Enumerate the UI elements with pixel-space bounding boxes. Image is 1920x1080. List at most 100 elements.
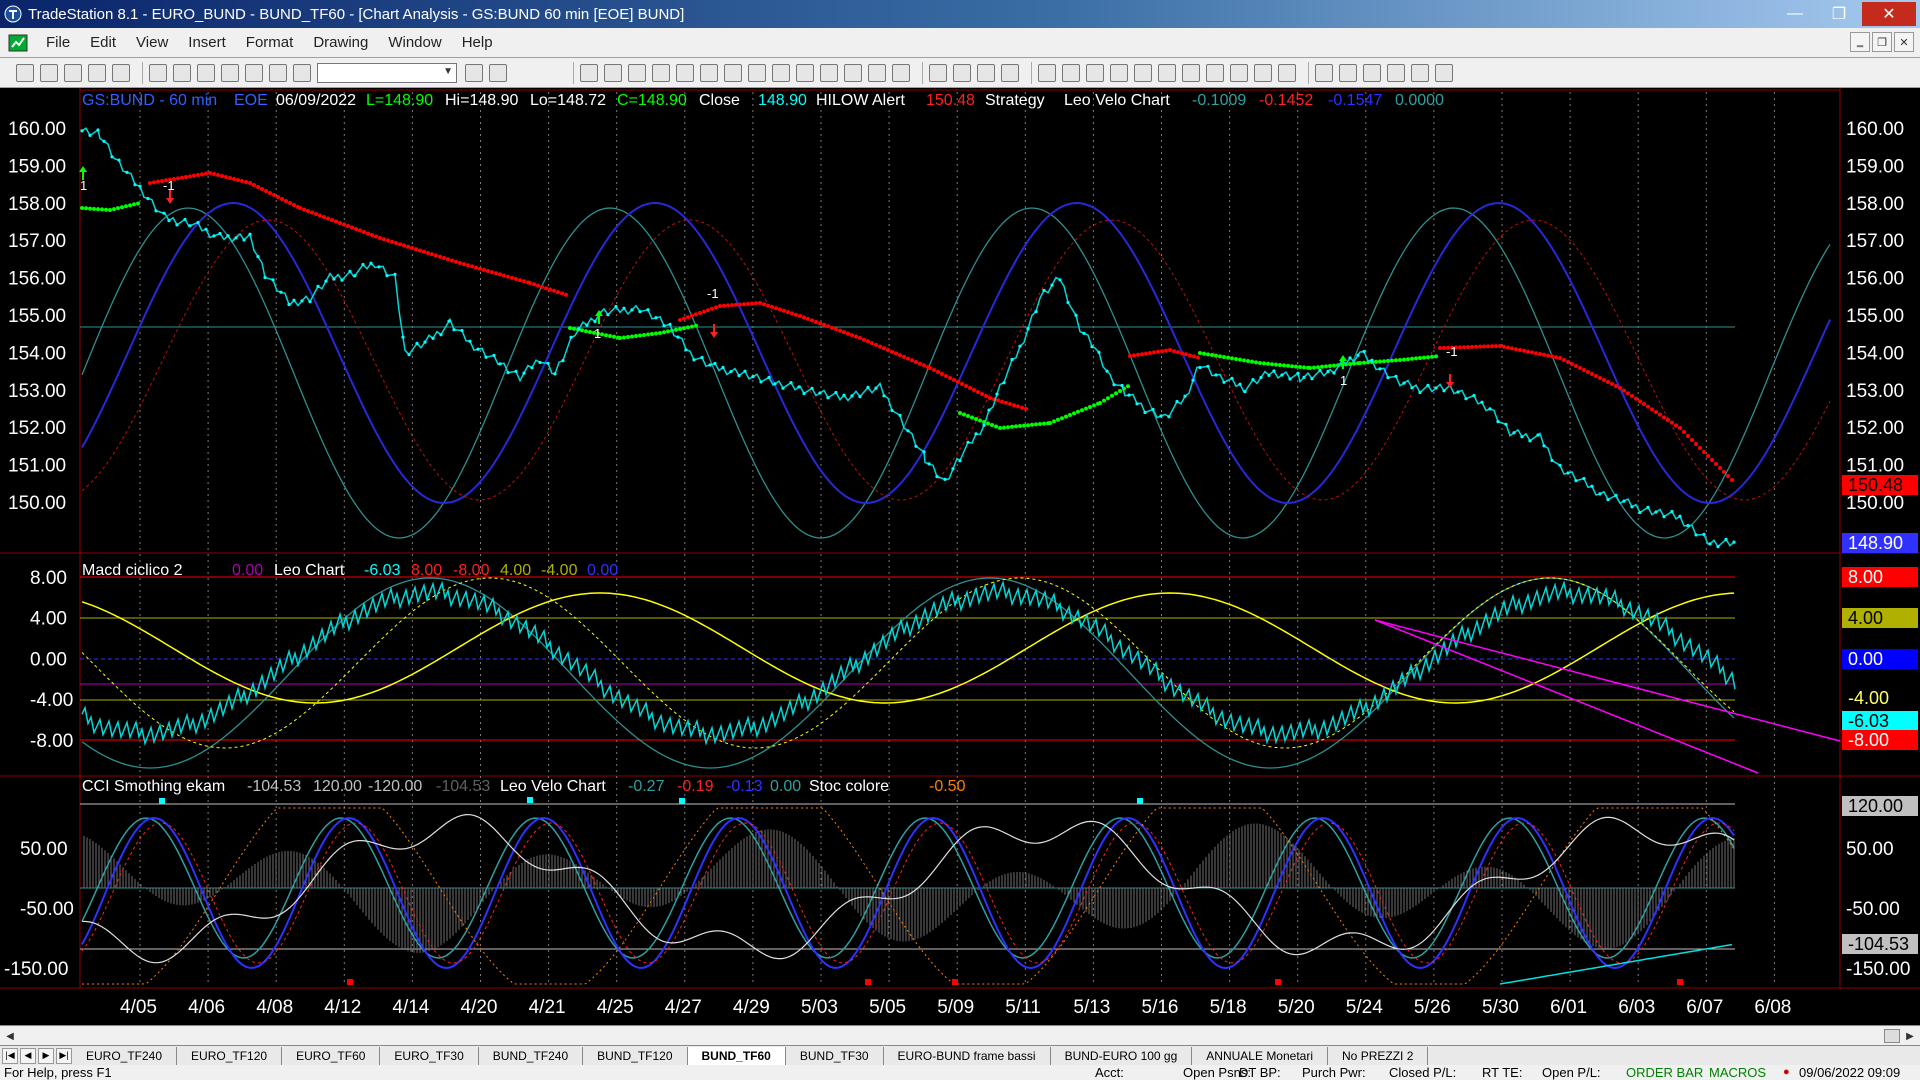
arrow-right-icon[interactable]: [465, 63, 483, 82]
speed-lines-icon[interactable]: [1158, 63, 1176, 82]
chart-window-icon[interactable]: [8, 33, 28, 53]
trendline-upper[interactable]: [1374, 619, 1841, 742]
macd-v0: 0.00: [232, 562, 263, 579]
x-axis-label: 4/25: [597, 997, 634, 1018]
regression-channel-icon[interactable]: [1206, 63, 1224, 82]
freehand-icon[interactable]: [1278, 63, 1296, 82]
tab-next-icon[interactable]: ▶: [38, 1047, 54, 1064]
menu-window[interactable]: Window: [378, 34, 451, 51]
tab-annuale-monetari[interactable]: ANNUALE Monetari: [1192, 1046, 1329, 1065]
menu-help[interactable]: Help: [452, 34, 503, 51]
tab-prev-icon[interactable]: ◀: [20, 1047, 36, 1064]
print-icon[interactable]: [149, 63, 167, 82]
tab-bund-tf120[interactable]: BUND_TF120: [583, 1046, 688, 1065]
cci-sub-v4: 0.00: [770, 778, 801, 795]
chart-icon[interactable]: [580, 63, 598, 82]
rectangle-icon[interactable]: [1411, 63, 1429, 82]
tab-euro-tf120[interactable]: EURO_TF120: [177, 1046, 283, 1065]
fibonacci-icon[interactable]: [1110, 63, 1128, 82]
maximize-button[interactable]: ❐: [1818, 2, 1860, 26]
tab-euro-tf240[interactable]: EURO_TF240: [72, 1046, 178, 1065]
tab-euro-tf30[interactable]: EURO_TF30: [380, 1046, 479, 1065]
text-icon[interactable]: [1435, 63, 1453, 82]
zoom-in-icon[interactable]: [868, 63, 886, 82]
open-icon[interactable]: [40, 63, 58, 82]
menu-edit[interactable]: Edit: [80, 34, 126, 51]
radar-icon[interactable]: [604, 63, 622, 82]
find-icon[interactable]: [489, 63, 507, 82]
horizontal-scrollbar[interactable]: ◀ ▶: [0, 1025, 1920, 1045]
tab-last-icon[interactable]: ▶|: [56, 1047, 72, 1064]
mdi-restore-button[interactable]: ❐: [1872, 32, 1892, 52]
new-icon[interactable]: [16, 63, 34, 82]
workspace-icon[interactable]: [197, 63, 215, 82]
strategy-icon[interactable]: [724, 63, 742, 82]
arc-icon[interactable]: [1315, 63, 1333, 82]
vertical-line-icon[interactable]: [1086, 63, 1104, 82]
lock-icon[interactable]: [221, 63, 239, 82]
copy-icon[interactable]: [64, 63, 82, 82]
tab-bund-tf240[interactable]: BUND_TF240: [479, 1046, 584, 1065]
data-window-icon[interactable]: [796, 63, 814, 82]
tab-euro-bund-frame[interactable]: EURO-BUND frame bassi: [884, 1046, 1051, 1065]
macros-button[interactable]: MACROS: [1709, 1065, 1766, 1080]
menu-file[interactable]: File: [36, 34, 80, 51]
tab-euro-tf60[interactable]: EURO_TF60: [282, 1046, 381, 1065]
portfolio-icon[interactable]: [676, 63, 694, 82]
fib-arc-icon[interactable]: [1254, 63, 1272, 82]
andrews-pitchfork-icon[interactable]: [1182, 63, 1200, 82]
bars-right-icon[interactable]: [844, 63, 862, 82]
tab-bund-tf60[interactable]: BUND_TF60: [687, 1046, 786, 1065]
scroll-left-icon[interactable]: ◀: [2, 1028, 18, 1044]
print-preview-icon[interactable]: [173, 63, 191, 82]
optionstation-icon[interactable]: [700, 63, 718, 82]
price-axis-label: 160.00: [1846, 119, 1904, 140]
indicator-icon[interactable]: [748, 63, 766, 82]
tab-first-icon[interactable]: |◀: [2, 1047, 18, 1064]
close-value: 148.90: [758, 92, 807, 109]
chart-analysis-window[interactable]: GS:BUND - 60 min EOE 06/09/2022 L=148.90…: [0, 88, 1920, 1025]
x-axis-label: 4/29: [733, 997, 770, 1018]
mdi-close-button[interactable]: ✕: [1894, 32, 1914, 52]
tab-no-prezzi[interactable]: No PREZZI 2: [1328, 1046, 1429, 1065]
symbol-combo[interactable]: [317, 62, 457, 83]
menu-drawing[interactable]: Drawing: [303, 34, 378, 51]
arrow-down-icon[interactable]: [1339, 63, 1357, 82]
x-axis-label: 4/12: [324, 997, 361, 1018]
tab-bund-euro-100[interactable]: BUND-EURO 100 gg: [1051, 1046, 1193, 1065]
menu-view[interactable]: View: [126, 34, 178, 51]
trendline-icon[interactable]: [1038, 63, 1056, 82]
cut-icon[interactable]: [112, 63, 130, 82]
bar-style-icon[interactable]: [772, 63, 790, 82]
matrix-icon[interactable]: [628, 63, 646, 82]
bars-left-icon[interactable]: [820, 63, 838, 82]
globe-icon[interactable]: [293, 63, 311, 82]
menu-insert[interactable]: Insert: [178, 34, 236, 51]
snap-icon[interactable]: [1001, 63, 1019, 82]
close-button[interactable]: ✕: [1862, 2, 1916, 26]
order-bar-button[interactable]: ORDER BAR: [1626, 1065, 1703, 1080]
tab-bund-tf30[interactable]: BUND_TF30: [786, 1046, 884, 1065]
pointer-icon[interactable]: [929, 63, 947, 82]
scanner-icon[interactable]: [652, 63, 670, 82]
menu-format[interactable]: Format: [236, 34, 304, 51]
cross-hair-icon[interactable]: [953, 63, 971, 82]
ellipse-icon[interactable]: [1387, 63, 1405, 82]
horizontal-line-icon[interactable]: [1062, 63, 1080, 82]
svg-text:CCI Smothing ekam -104.53: CCI Smothing ekam -104.53 120.00 -120.00…: [82, 778, 966, 795]
scroll-thumb[interactable]: [1884, 1029, 1900, 1043]
minimize-button[interactable]: —: [1774, 2, 1816, 26]
mdi-minimize-button[interactable]: ‗: [1850, 32, 1870, 52]
arrow-up-icon[interactable]: [1363, 63, 1381, 82]
x-axis-label: 5/09: [937, 997, 974, 1018]
scroll-right-icon[interactable]: ▶: [1902, 1028, 1918, 1044]
zoom-out-icon[interactable]: [892, 63, 910, 82]
hand-icon[interactable]: [977, 63, 995, 82]
color-icon[interactable]: [269, 63, 287, 82]
price-axis-label: 150.00: [1846, 493, 1904, 514]
gann-fan-icon[interactable]: [1134, 63, 1152, 82]
format-icon[interactable]: [245, 63, 263, 82]
paste-icon[interactable]: [88, 63, 106, 82]
percent-change-icon[interactable]: [1230, 63, 1248, 82]
trendline-lower[interactable]: [1374, 619, 1759, 774]
